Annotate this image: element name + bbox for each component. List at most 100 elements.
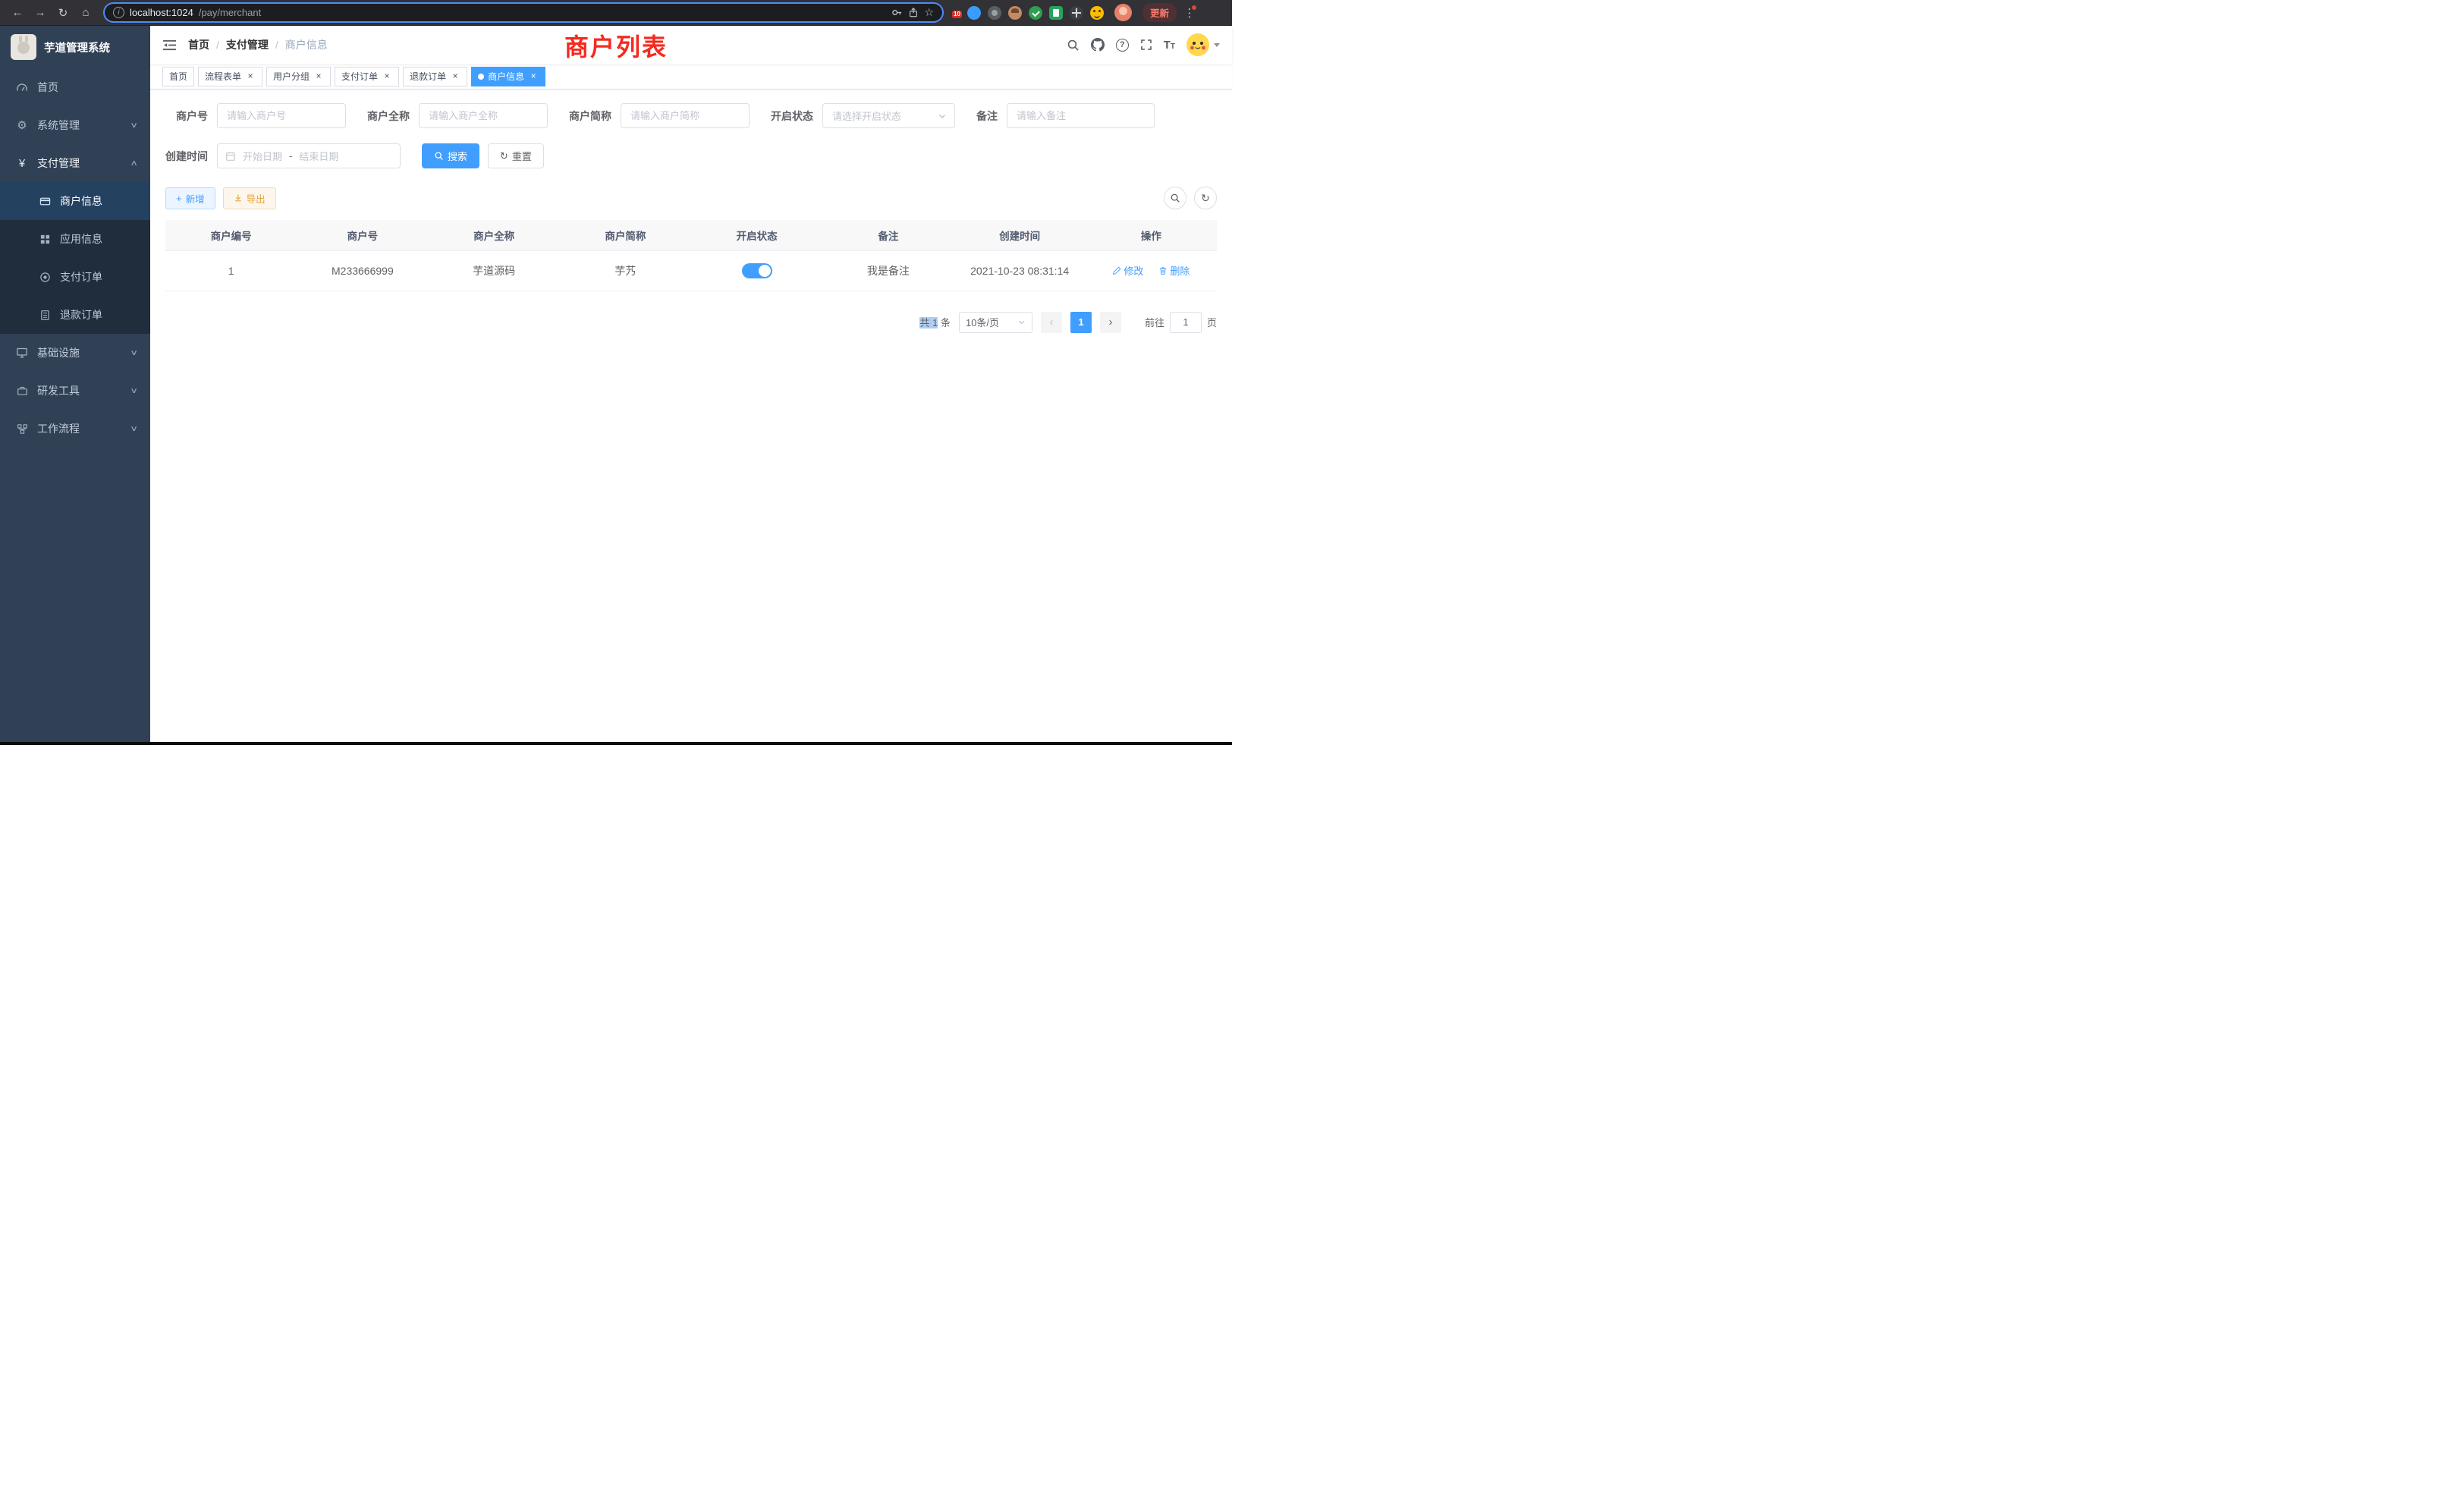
fullscreen-icon[interactable] <box>1140 39 1152 51</box>
full-name-input[interactable] <box>419 103 548 128</box>
share-icon[interactable] <box>908 7 919 18</box>
reset-button[interactable]: ↻ 重置 <box>488 143 544 168</box>
bookmark-star-icon[interactable]: ☆ <box>924 6 934 19</box>
toolbar-right: ↻ <box>1164 187 1217 209</box>
page-1-button[interactable]: 1 <box>1070 312 1092 333</box>
sidebar-item-label: 支付管理 <box>37 156 131 171</box>
form-item-search: 搜索 <box>422 143 479 168</box>
sidebar-item-system[interactable]: ⚙ 系统管理 ∨ <box>0 106 150 144</box>
sidebar-item-workflow[interactable]: 工作流程 ∨ <box>0 410 150 448</box>
close-icon[interactable]: × <box>245 71 256 82</box>
password-key-icon[interactable] <box>891 7 903 18</box>
font-size-icon[interactable]: TT <box>1164 39 1175 51</box>
browser-profile-avatar[interactable] <box>1114 4 1132 21</box>
pencil-icon <box>1112 266 1121 275</box>
grid-icon <box>36 234 53 245</box>
browser-back-icon[interactable]: ← <box>8 3 27 23</box>
close-icon[interactable]: × <box>450 71 460 82</box>
refresh-table-button[interactable]: ↻ <box>1194 187 1217 209</box>
create-time-label: 创建时间 <box>165 149 217 164</box>
breadcrumb-home[interactable]: 首页 <box>188 37 209 52</box>
sidebar-item-label: 基础设施 <box>37 345 131 360</box>
site-info-icon[interactable]: i <box>113 7 124 18</box>
search-icon[interactable] <box>1067 39 1080 52</box>
tab-merchant-info[interactable]: 商户信息× <box>471 67 545 86</box>
download-icon <box>234 193 243 203</box>
calendar-icon <box>225 151 236 162</box>
logo-avatar <box>11 34 36 60</box>
sidebar-item-label: 退款订单 <box>60 307 102 322</box>
close-icon[interactable]: × <box>313 71 324 82</box>
extension-icon[interactable] <box>1049 6 1063 20</box>
sidebar-toggle-icon[interactable] <box>162 39 177 52</box>
tab-refund-order[interactable]: 退款订单× <box>403 67 467 86</box>
tab-label: 支付订单 <box>341 70 378 83</box>
status-select[interactable]: 请选择开启状态 <box>822 103 955 128</box>
next-page-button[interactable]: › <box>1100 312 1121 333</box>
merchant-no-input[interactable] <box>217 103 346 128</box>
delete-button[interactable]: 删除 <box>1158 263 1190 278</box>
short-name-input[interactable] <box>621 103 750 128</box>
navbar-actions: ? TT <box>1067 33 1220 56</box>
col-header-create-time: 创建时间 <box>954 220 1086 250</box>
extension-icon[interactable] <box>1029 6 1042 20</box>
extension-icon[interactable] <box>1008 6 1022 20</box>
browser-toolbar: ← → ↻ ⌂ i localhost:1024/pay/merchant ☆ … <box>0 0 1232 26</box>
app-logo[interactable]: 芋道管理系统 <box>0 26 150 68</box>
sidebar-item-payment[interactable]: ¥ 支付管理 ∧ <box>0 144 150 182</box>
status-toggle[interactable] <box>742 263 772 278</box>
goto-page: 前往 页 <box>1145 312 1217 333</box>
address-bar[interactable]: i localhost:1024/pay/merchant ☆ <box>103 2 944 23</box>
active-dot <box>478 74 484 80</box>
chevron-up-icon: ∧ <box>130 159 138 168</box>
user-menu[interactable] <box>1186 33 1220 56</box>
tab-pay-order[interactable]: 支付订单 × <box>335 67 399 86</box>
extension-icon[interactable] <box>988 6 1001 20</box>
sidebar-item-home[interactable]: 首页 <box>0 68 150 106</box>
end-date-placeholder: 结束日期 <box>299 149 338 163</box>
toggle-search-button[interactable] <box>1164 187 1186 209</box>
yen-icon: ¥ <box>14 157 30 170</box>
browser-menu-icon[interactable]: ⋮ <box>1183 6 1196 20</box>
chevron-down-icon <box>1017 318 1026 326</box>
close-icon[interactable]: × <box>382 71 392 82</box>
add-button[interactable]: + 新增 <box>165 187 215 209</box>
tab-home[interactable]: 首页 <box>162 67 194 86</box>
tags-view: 首页 流程表单× 用户分组× 支付订单 × 退款订单× 商户信息× <box>150 64 1232 90</box>
extension-icon[interactable] <box>967 6 981 20</box>
edit-button[interactable]: 修改 <box>1112 263 1143 278</box>
browser-home-icon[interactable]: ⌂ <box>76 3 96 23</box>
search-button[interactable]: 搜索 <box>422 143 479 168</box>
sidebar-item-app-info[interactable]: 应用信息 <box>0 220 150 258</box>
prev-page-button[interactable]: ‹ <box>1041 312 1062 333</box>
sidebar-item-pay-order[interactable]: 支付订单 <box>0 258 150 296</box>
extension-icon[interactable]: 10 <box>956 11 960 15</box>
browser-reload-icon[interactable]: ↻ <box>53 3 73 23</box>
tab-user-group[interactable]: 用户分组× <box>266 67 331 86</box>
sidebar-item-infrastructure[interactable]: 基础设施 ∨ <box>0 334 150 372</box>
remark-input[interactable] <box>1007 103 1155 128</box>
goto-suffix: 页 <box>1207 315 1217 329</box>
help-icon[interactable]: ? <box>1116 39 1129 52</box>
breadcrumb-payment[interactable]: 支付管理 <box>226 37 269 52</box>
export-button[interactable]: 导出 <box>223 187 276 209</box>
create-time-range-picker[interactable]: 开始日期 - 结束日期 <box>217 143 401 168</box>
browser-forward-icon[interactable]: → <box>30 3 50 23</box>
extensions-area: 10 <box>956 6 1104 20</box>
sidebar-item-merchant-info[interactable]: 商户信息 <box>0 182 150 220</box>
screen-edge <box>0 742 1232 745</box>
start-date-placeholder: 开始日期 <box>243 149 282 163</box>
tab-process-form[interactable]: 流程表单× <box>198 67 262 86</box>
extension-icon[interactable] <box>1090 6 1104 20</box>
merchant-table: 商户编号 商户号 商户全称 商户简称 开启状态 备注 创建时间 操作 1 M23… <box>165 220 1217 291</box>
extension-icon[interactable] <box>1070 6 1083 20</box>
col-header-id: 商户编号 <box>165 220 297 250</box>
close-icon[interactable]: × <box>528 71 539 82</box>
page-size-select[interactable]: 10条/页 <box>959 312 1032 333</box>
goto-page-input[interactable] <box>1170 312 1202 333</box>
sidebar-item-dev-tools[interactable]: 研发工具 ∨ <box>0 372 150 410</box>
form-item-short-name: 商户简称 <box>569 103 750 128</box>
browser-update-button[interactable]: 更新 <box>1142 3 1177 22</box>
sidebar-item-refund-order[interactable]: 退款订单 <box>0 296 150 334</box>
github-icon[interactable] <box>1091 38 1105 52</box>
